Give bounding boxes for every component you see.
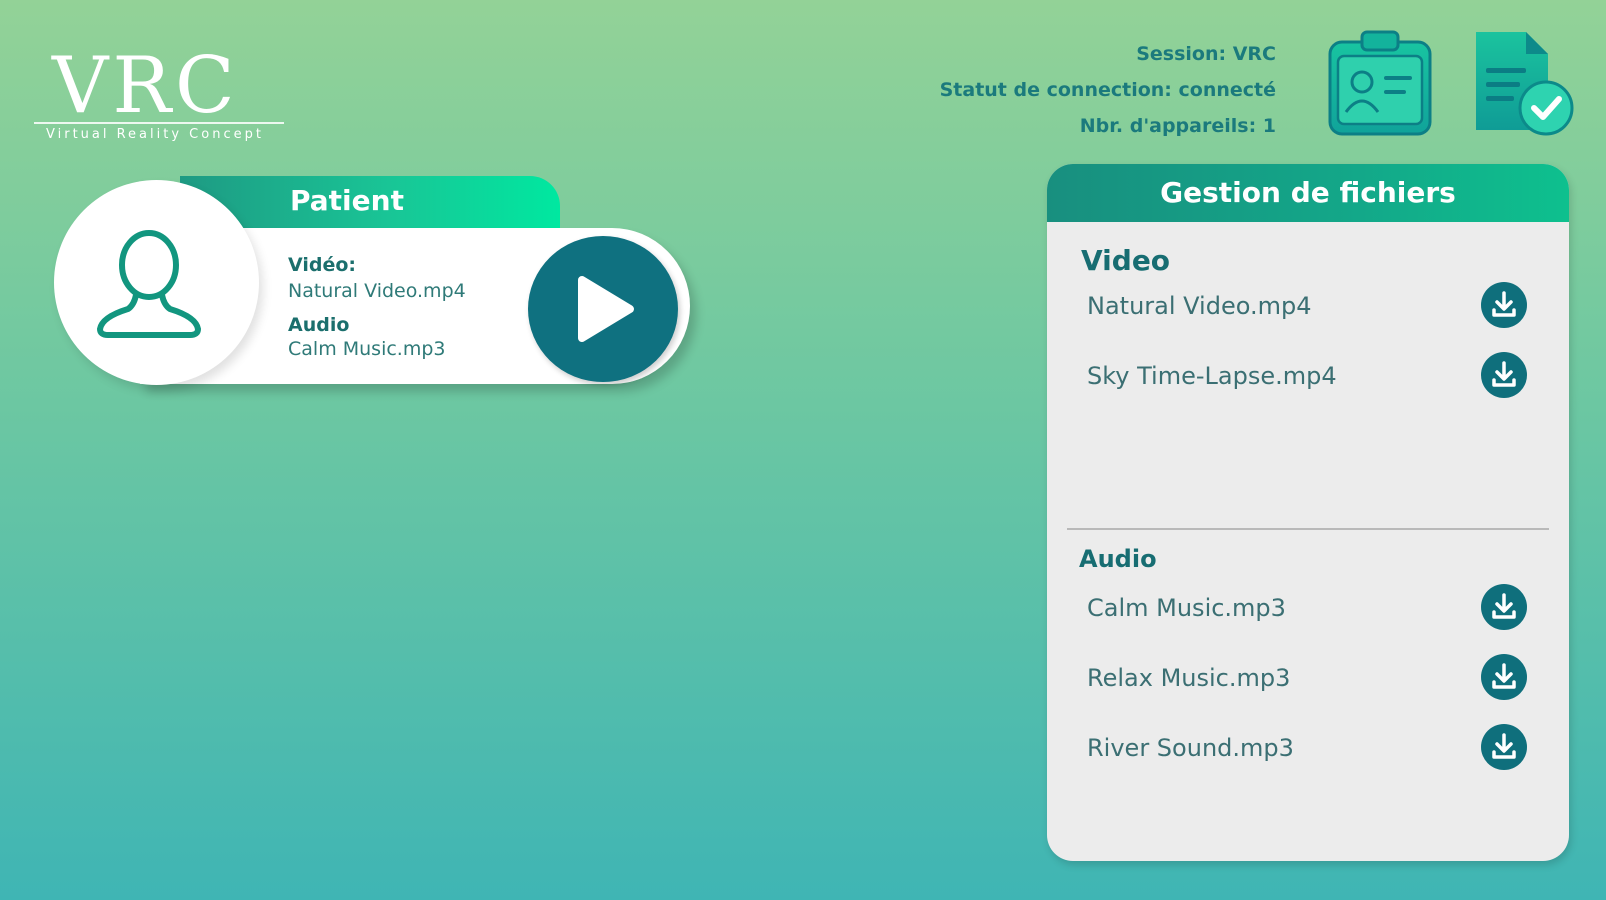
download-icon: [1492, 361, 1516, 387]
list-item: Natural Video.mp4: [1087, 282, 1539, 332]
file-name: Natural Video.mp4: [1087, 292, 1312, 320]
download-icon: [1492, 733, 1516, 759]
logo-tagline: Virtual Reality Concept: [46, 127, 264, 142]
list-item: River Sound.mp3: [1087, 724, 1539, 774]
audio-section-title: Audio: [1079, 545, 1157, 573]
file-name: Sky Time-Lapse.mp4: [1087, 362, 1337, 390]
section-divider: [1067, 528, 1549, 530]
download-icon: [1492, 291, 1516, 317]
patient-audio-label: Audio: [288, 314, 350, 336]
file-name: Relax Music.mp3: [1087, 664, 1291, 692]
list-item: Sky Time-Lapse.mp4: [1087, 352, 1539, 402]
file-name: Calm Music.mp3: [1087, 594, 1286, 622]
patient-audio-value: Calm Music.mp3: [288, 338, 446, 360]
download-button[interactable]: [1481, 282, 1527, 328]
patient-video-value: Natural Video.mp4: [288, 280, 466, 302]
id-card-icon[interactable]: [1326, 28, 1436, 138]
play-button[interactable]: [528, 236, 678, 382]
file-management-panel: Gestion de fichiers Video Natural Video.…: [1047, 164, 1569, 861]
logo-rule: [34, 122, 284, 124]
connection-status: Statut de connection: connecté: [939, 79, 1276, 101]
play-icon: [578, 276, 634, 342]
download-button[interactable]: [1481, 724, 1527, 770]
download-icon: [1492, 663, 1516, 689]
avatar: [54, 180, 259, 385]
user-icon: [96, 229, 201, 338]
patient-title: Patient: [290, 184, 404, 217]
file-name: River Sound.mp3: [1087, 734, 1294, 762]
video-section-title: Video: [1081, 244, 1171, 277]
vrc-logo: VRC Virtual Reality Concept: [34, 46, 284, 146]
panel-title: Gestion de fichiers: [1047, 164, 1569, 222]
download-button[interactable]: [1481, 654, 1527, 700]
patient-video-label: Vidéo:: [288, 254, 357, 276]
download-icon: [1492, 593, 1516, 619]
session-info: Session: VRC Statut de connection: conne…: [940, 36, 1276, 144]
download-button[interactable]: [1481, 352, 1527, 398]
device-count: Nbr. d'appareils: 1: [1079, 115, 1276, 137]
session-name: Session: VRC: [1136, 43, 1276, 65]
document-check-icon[interactable]: [1468, 28, 1578, 138]
list-item: Calm Music.mp3: [1087, 584, 1539, 634]
list-item: Relax Music.mp3: [1087, 654, 1539, 704]
download-button[interactable]: [1481, 584, 1527, 630]
logo-wordmark: VRC: [52, 41, 239, 131]
